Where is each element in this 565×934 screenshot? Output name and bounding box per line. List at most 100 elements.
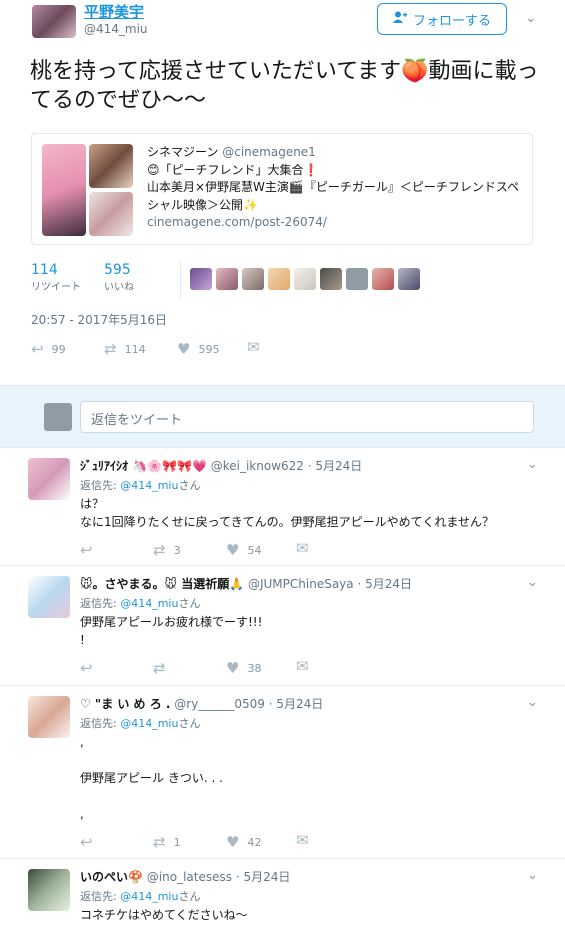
reply-avatar[interactable] <box>28 458 70 500</box>
dm-action[interactable]: ✉ <box>296 831 317 849</box>
envelope-icon: ✉ <box>296 831 309 849</box>
reply-header: いのぺい🍄 @ino_latesess · 5月24日 <box>80 868 290 885</box>
chevron-down-icon[interactable]: ⌄ <box>527 457 538 472</box>
reply-to: 返信先: @414_miuさん <box>80 717 201 730</box>
dm-action[interactable]: ✉ <box>296 539 317 557</box>
retweet-icon: ⇄ <box>104 340 117 358</box>
link-card[interactable]: シネマジーン @cinemagene1 😊「ピーチフレンド」大集合❗ 山本美月×… <box>31 133 533 245</box>
heart-icon: ♥ <box>226 659 240 677</box>
retweet-count: 114 <box>31 262 58 278</box>
reply-author-handle[interactable]: @ry______0509 <box>174 697 265 711</box>
reply-action[interactable]: ↩ <box>80 659 101 677</box>
reply-avatar[interactable] <box>28 576 70 618</box>
reply-author-name[interactable]: ｼﾞｭﾘｱｲｼｵ 🦄🌸🎀🎀💗 <box>80 459 207 473</box>
add-user-icon <box>392 11 407 27</box>
reply-to: 返信先: @414_miuさん <box>80 890 201 903</box>
liker-avatar[interactable] <box>320 268 342 290</box>
reply-to-handle[interactable]: @414_miu <box>120 717 178 730</box>
card-source-handle: @cinemagene1 <box>222 145 316 159</box>
like-action[interactable]: ♥ 42 <box>226 833 261 851</box>
reply-author-handle[interactable]: @kei_iknow622 <box>211 459 304 473</box>
reply-tweet[interactable]: いのぺい🍄 @ino_latesess · 5月24日 ⌄ 返信先: @414_… <box>0 860 565 934</box>
reply-author-name[interactable]: ♡ "ま い め ろ . <box>80 697 170 711</box>
reply-body: は？ なに1回降りたくせに戻ってきてんの。伊野尾担アピールやめてくれません？ <box>80 497 494 529</box>
dm-action[interactable]: ✉ <box>247 338 268 356</box>
follow-label: フォローする <box>412 13 491 29</box>
retweet-action[interactable]: ⇄ 3 <box>153 541 181 559</box>
reply-to: 返信先: @414_miuさん <box>80 597 201 610</box>
liker-avatar[interactable] <box>190 268 212 290</box>
envelope-icon: ✉ <box>247 338 260 356</box>
card-image-1 <box>42 144 86 236</box>
chevron-down-icon[interactable]: ⌄ <box>525 10 537 26</box>
like-action[interactable]: ♥ 595 <box>177 340 219 358</box>
dm-action[interactable]: ✉ <box>296 657 317 675</box>
tweet-text: 桃を持って応援させていただいてます🍑動画に載ってるのでぜひ〜〜 <box>30 59 539 113</box>
retweet-action[interactable]: ⇄ <box>153 659 174 677</box>
stats-divider <box>180 262 181 298</box>
reply-to-handle[interactable]: @414_miu <box>120 890 178 903</box>
liker-avatar[interactable] <box>294 268 316 290</box>
like-action[interactable]: ♥ 54 <box>226 541 261 559</box>
card-source-name: シネマジーン <box>147 145 219 159</box>
retweet-stat[interactable]: 114 リツイート <box>31 262 81 293</box>
author-avatar[interactable] <box>32 5 76 38</box>
reply-author-handle[interactable]: @JUMPChineSaya <box>248 577 354 591</box>
reply-action[interactable]: ↩ 99 <box>31 340 66 358</box>
reply-author-handle[interactable]: @ino_latesess <box>147 870 232 884</box>
liker-avatar[interactable] <box>372 268 394 290</box>
retweet-icon: ⇄ <box>153 659 166 677</box>
reply-body: , 伊野尾アピール きつい. . . , <box>80 735 223 821</box>
card-line-1: 😊「ピーチフレンド」大集合❗ <box>147 162 319 177</box>
follow-button[interactable]: フォローする <box>377 3 507 35</box>
reply-date[interactable]: · 5月24日 <box>236 870 291 884</box>
author-handle[interactable]: @414_miu <box>84 22 148 36</box>
envelope-icon: ✉ <box>296 539 309 557</box>
liker-avatar[interactable] <box>398 268 420 290</box>
reply-input[interactable]: 返信をツイート <box>80 401 534 433</box>
chevron-down-icon[interactable]: ⌄ <box>527 695 538 710</box>
reply-avatar[interactable] <box>28 869 70 911</box>
card-image-3 <box>89 192 133 236</box>
like-count: 595 <box>104 262 131 278</box>
retweet-action[interactable]: ⇄ 114 <box>104 340 146 358</box>
reply-icon: ↩ <box>80 541 93 559</box>
reply-date[interactable]: · 5月24日 <box>357 577 412 591</box>
reply-to: 返信先: @414_miuさん <box>80 479 201 492</box>
card-line-2: 山本美月×伊野尾慧W主演🎬『ピーチガール』＜ピーチフレンドスペシャル映像＞公開✨ <box>147 180 520 212</box>
retweet-icon: ⇄ <box>153 541 166 559</box>
liker-avatar[interactable] <box>268 268 290 290</box>
reply-tweet[interactable]: ｼﾞｭﾘｱｲｼｵ 🦄🌸🎀🎀💗 @kei_iknow622 · 5月24日 ⌄ 返… <box>0 449 565 566</box>
card-url[interactable]: cinemagene.com/post-26074/ <box>147 214 527 232</box>
reply-author-name[interactable]: 🐭。さやまる。🐭 当選祈願🙏 <box>80 577 244 591</box>
liker-avatar[interactable] <box>346 268 368 290</box>
chevron-down-icon[interactable]: ⌄ <box>527 575 538 590</box>
reply-body: コネチケはやめてくださいね〜 <box>80 908 248 922</box>
like-action-count: 595 <box>198 342 220 356</box>
reply-tweet[interactable]: ♡ "ま い め ろ . @ry______0509 · 5月24日 ⌄ 返信先… <box>0 687 565 859</box>
reply-body: 伊野尾アピールお疲れ様でーす!!! ! <box>80 615 263 647</box>
author-display-name[interactable]: 平野美宇 <box>84 1 144 22</box>
current-user-avatar <box>44 403 72 431</box>
like-stat[interactable]: 595 いいね <box>104 262 134 293</box>
reply-author-name[interactable]: いのぺい🍄 <box>80 870 143 884</box>
retweet-action[interactable]: ⇄ 1 <box>153 833 181 851</box>
reply-date[interactable]: · 5月24日 <box>269 697 324 711</box>
envelope-icon: ✉ <box>296 657 309 675</box>
retweet-action-count: 114 <box>124 342 146 356</box>
liker-avatar[interactable] <box>216 268 238 290</box>
heart-icon: ♥ <box>177 340 191 358</box>
liker-avatar[interactable] <box>242 268 264 290</box>
reply-date[interactable]: · 5月24日 <box>308 459 363 473</box>
reply-action[interactable]: ↩ <box>80 541 101 559</box>
chevron-down-icon[interactable]: ⌄ <box>527 868 538 883</box>
reply-icon: ↩ <box>80 659 93 677</box>
like-action[interactable]: ♥ 38 <box>226 659 261 677</box>
tweet-timestamp[interactable]: 20:57 - 2017年5月16日 <box>31 311 167 328</box>
reply-avatar[interactable] <box>28 696 70 738</box>
reply-header: 🐭。さやまる。🐭 当選祈願🙏 @JUMPChineSaya · 5月24日 <box>80 575 412 592</box>
reply-action[interactable]: ↩ <box>80 833 101 851</box>
reply-to-handle[interactable]: @414_miu <box>120 597 178 610</box>
reply-to-handle[interactable]: @414_miu <box>120 479 178 492</box>
reply-tweet[interactable]: 🐭。さやまる。🐭 当選祈願🙏 @JUMPChineSaya · 5月24日 ⌄ … <box>0 567 565 686</box>
